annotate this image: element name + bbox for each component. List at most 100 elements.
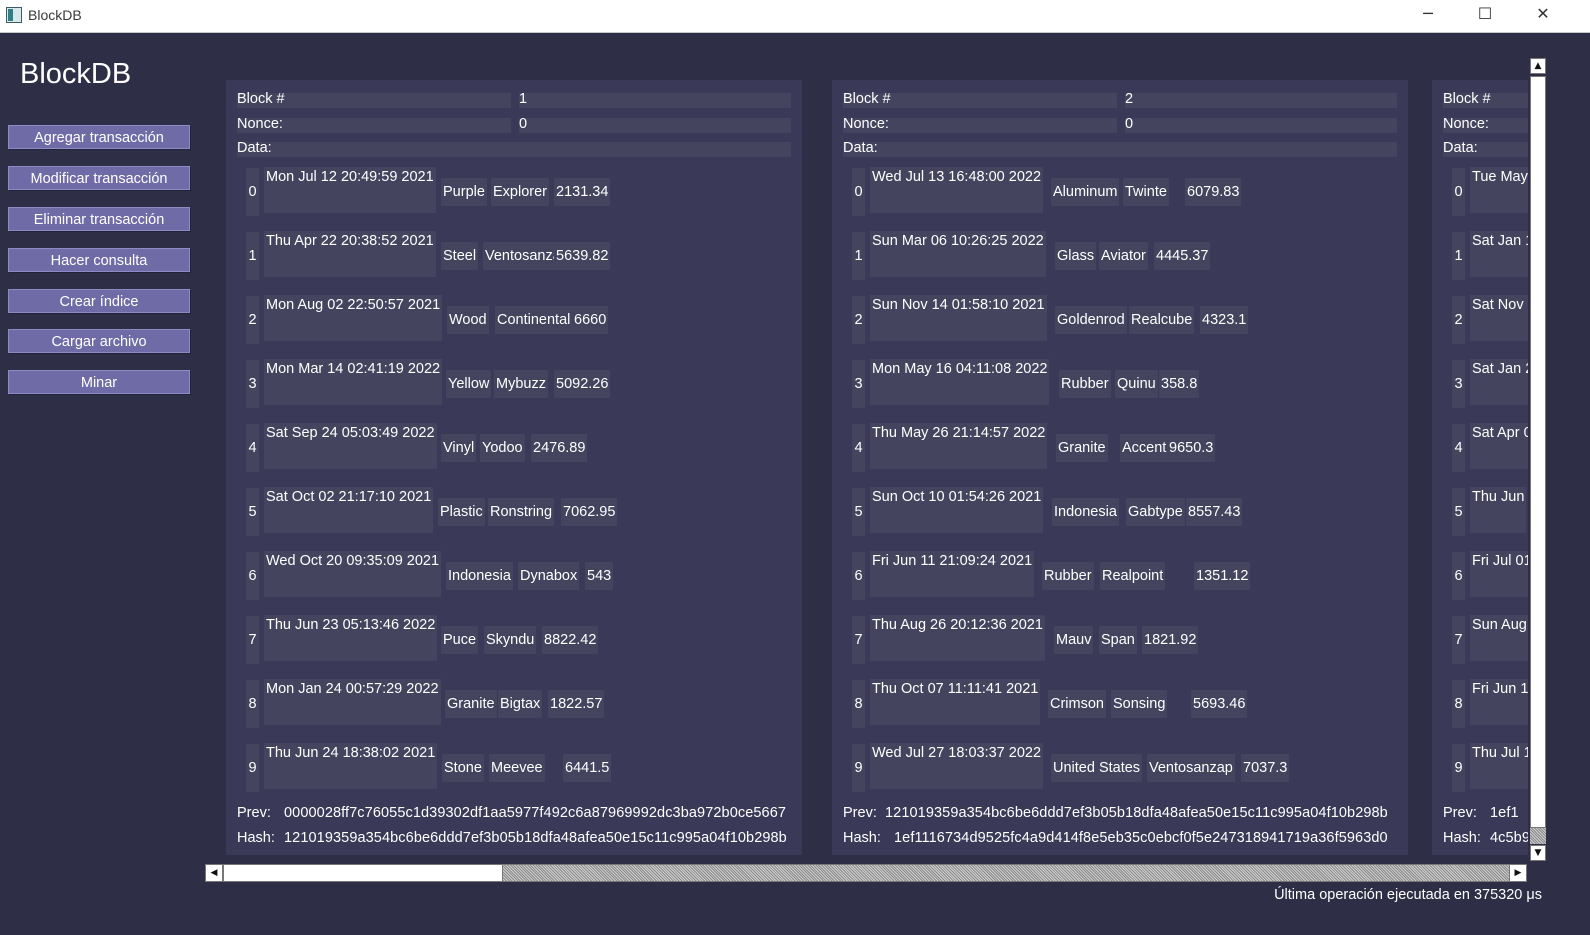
crear-indice-button[interactable]: Crear índice [8,289,190,313]
transaction-material[interactable]: Crimson [1048,690,1106,718]
transaction-company[interactable]: Sonsing [1111,690,1168,718]
transaction-amount[interactable]: 4323.1 [1200,306,1249,334]
scroll-left-button[interactable]: ◀ [205,864,223,882]
transaction-date[interactable]: Sat Jan 2 [1470,359,1528,405]
scroll-right-button[interactable]: ▶ [1509,864,1527,882]
transaction-company[interactable]: Explorer [491,178,549,206]
transaction-company[interactable]: Realcube [1129,306,1195,334]
transaction-date[interactable]: Mon Jul 12 20:49:59 2021 [264,167,436,213]
transaction-date[interactable]: Fri Jun 11 21:09:24 2021 [870,551,1035,597]
transaction-amount[interactable]: 5639.82 [554,242,611,270]
block-number-value[interactable]: 2 [1125,91,1133,107]
eliminar-transaccion-button[interactable]: Eliminar transacción [8,207,190,231]
maximize-button[interactable]: ☐ [1462,0,1508,30]
transaction-material[interactable]: Yellow [446,370,492,398]
transaction-amount[interactable]: 4445.37 [1154,242,1211,270]
transaction-date[interactable]: Mon May 16 04:11:08 2022 [870,359,1050,405]
transaction-date[interactable]: Sat Apr 0 [1470,423,1528,469]
transaction-company[interactable]: Quinu [1115,370,1158,398]
transaction-amount[interactable]: 5693.46 [1191,690,1248,718]
transaction-date[interactable]: Sun Nov 14 01:58:10 2021 [870,295,1047,341]
transaction-amount[interactable]: 1351.12 [1194,562,1251,590]
block-nonce-value[interactable]: 0 [1125,116,1133,132]
vertical-scroll-thumb[interactable] [1530,828,1546,844]
horizontal-scroll-thumb[interactable] [223,864,503,882]
transaction-date[interactable]: Fri Jul 01 [1470,551,1528,597]
transaction-date[interactable]: Mon Aug 02 22:50:57 2021 [264,295,443,341]
transaction-material[interactable]: Goldenrod [1055,306,1127,334]
transaction-amount[interactable]: 6441.5 [563,754,612,782]
transaction-date[interactable]: Wed Jul 27 18:03:37 2022 [870,743,1044,789]
block-number-value[interactable]: 1 [519,91,527,107]
transaction-material[interactable]: Indonesia [1052,498,1119,526]
transaction-date[interactable]: Thu Jul 1 [1470,743,1528,789]
transaction-company[interactable]: Ventosanzap [1147,754,1235,782]
transaction-amount[interactable]: 7062.95 [561,498,618,526]
transaction-date[interactable]: Sat Jan 1 [1470,231,1528,277]
transaction-date[interactable]: Fri Jun 1 [1470,679,1528,725]
transaction-material[interactable]: Rubber [1059,370,1111,398]
transaction-amount[interactable]: 5092.26 [554,370,611,398]
hacer-consulta-button[interactable]: Hacer consulta [8,248,190,272]
transaction-amount[interactable]: 8557.43 [1186,498,1243,526]
transaction-date[interactable]: Wed Oct 20 09:35:09 2021 [264,551,442,597]
transaction-material[interactable]: Granite [445,690,497,718]
block-nonce-value[interactable]: 0 [519,116,527,132]
transaction-date[interactable]: Thu Aug 26 20:12:36 2021 [870,615,1045,661]
transaction-company[interactable]: Accent [1120,434,1169,462]
transaction-company[interactable]: Skyndu [484,626,537,654]
transaction-company[interactable]: Dynabox [518,562,580,590]
transaction-company[interactable]: Bigtax [498,690,543,718]
transaction-material[interactable]: Plastic [438,498,485,526]
transaction-material[interactable]: Stone [442,754,484,782]
transaction-company[interactable]: Span [1099,626,1137,654]
close-button[interactable]: ✕ [1520,0,1566,30]
transaction-company[interactable]: Gabtype [1126,498,1185,526]
transaction-amount[interactable]: 543 [585,562,614,590]
transaction-date[interactable]: Thu Oct 07 11:11:41 2021 [870,679,1041,725]
transaction-material[interactable]: Steel [441,242,479,270]
scroll-up-button[interactable]: ▲ [1530,58,1546,74]
transaction-material[interactable]: Rubber [1042,562,1094,590]
agregar-transaccion-button[interactable]: Agregar transacción [8,125,190,149]
minimize-button[interactable]: ─ [1405,0,1451,30]
transaction-material[interactable]: Indonesia [446,562,513,590]
transaction-material[interactable]: Aluminum [1051,178,1120,206]
transaction-amount[interactable]: 6079.83 [1185,178,1242,206]
scroll-down-button[interactable]: ▼ [1530,845,1546,861]
transaction-company[interactable]: Aviator [1099,242,1148,270]
transaction-company[interactable]: Meevee [489,754,545,782]
transaction-company[interactable]: Mybuzz [494,370,548,398]
transaction-material[interactable]: Vinyl [441,434,477,462]
transaction-date[interactable]: Mon Mar 14 02:41:19 2022 [264,359,443,405]
transaction-company[interactable]: Realpoint [1100,562,1166,590]
transaction-amount[interactable]: 6660 [572,306,609,334]
transaction-date[interactable]: Tue May [1470,167,1528,213]
transaction-amount[interactable]: 8822.42 [542,626,599,654]
transaction-amount[interactable]: 358.8 [1159,370,1200,398]
transaction-amount[interactable]: 2131.34 [554,178,611,206]
transaction-date[interactable]: Sun Mar 06 10:26:25 2022 [870,231,1046,277]
transaction-material[interactable]: Glass [1055,242,1097,270]
transaction-amount[interactable]: 2476.89 [531,434,588,462]
horizontal-scrollbar[interactable]: ◀ ▶ [205,864,1527,882]
modificar-transaccion-button[interactable]: Modificar transacción [8,166,190,190]
transaction-material[interactable]: Granite [1056,434,1108,462]
transaction-material[interactable]: United States [1051,754,1143,782]
transaction-material[interactable]: Puce [441,626,479,654]
transaction-date[interactable]: Thu Jun [1470,487,1527,533]
transaction-company[interactable]: Twinte [1123,178,1169,206]
transaction-date[interactable]: Sun Aug [1470,615,1528,661]
transaction-date[interactable]: Mon Jan 24 00:57:29 2022 [264,679,441,725]
transaction-material[interactable]: Wood [447,306,489,334]
transaction-date[interactable]: Sat Sep 24 05:03:49 2022 [264,423,437,469]
transaction-date[interactable]: Sat Nov 1 [1470,295,1528,341]
vertical-scrollbar[interactable]: ▲ ▼ [1529,58,1549,864]
transaction-amount[interactable]: 1822.57 [548,690,605,718]
transaction-amount[interactable]: 1821.92 [1142,626,1199,654]
transaction-material[interactable]: Mauv [1054,626,1094,654]
transaction-date[interactable]: Sun Oct 10 01:54:26 2021 [870,487,1044,533]
vertical-scroll-track[interactable] [1530,76,1546,828]
transaction-company[interactable]: Ronstring [488,498,555,526]
transaction-company[interactable]: Yodoo [480,434,525,462]
